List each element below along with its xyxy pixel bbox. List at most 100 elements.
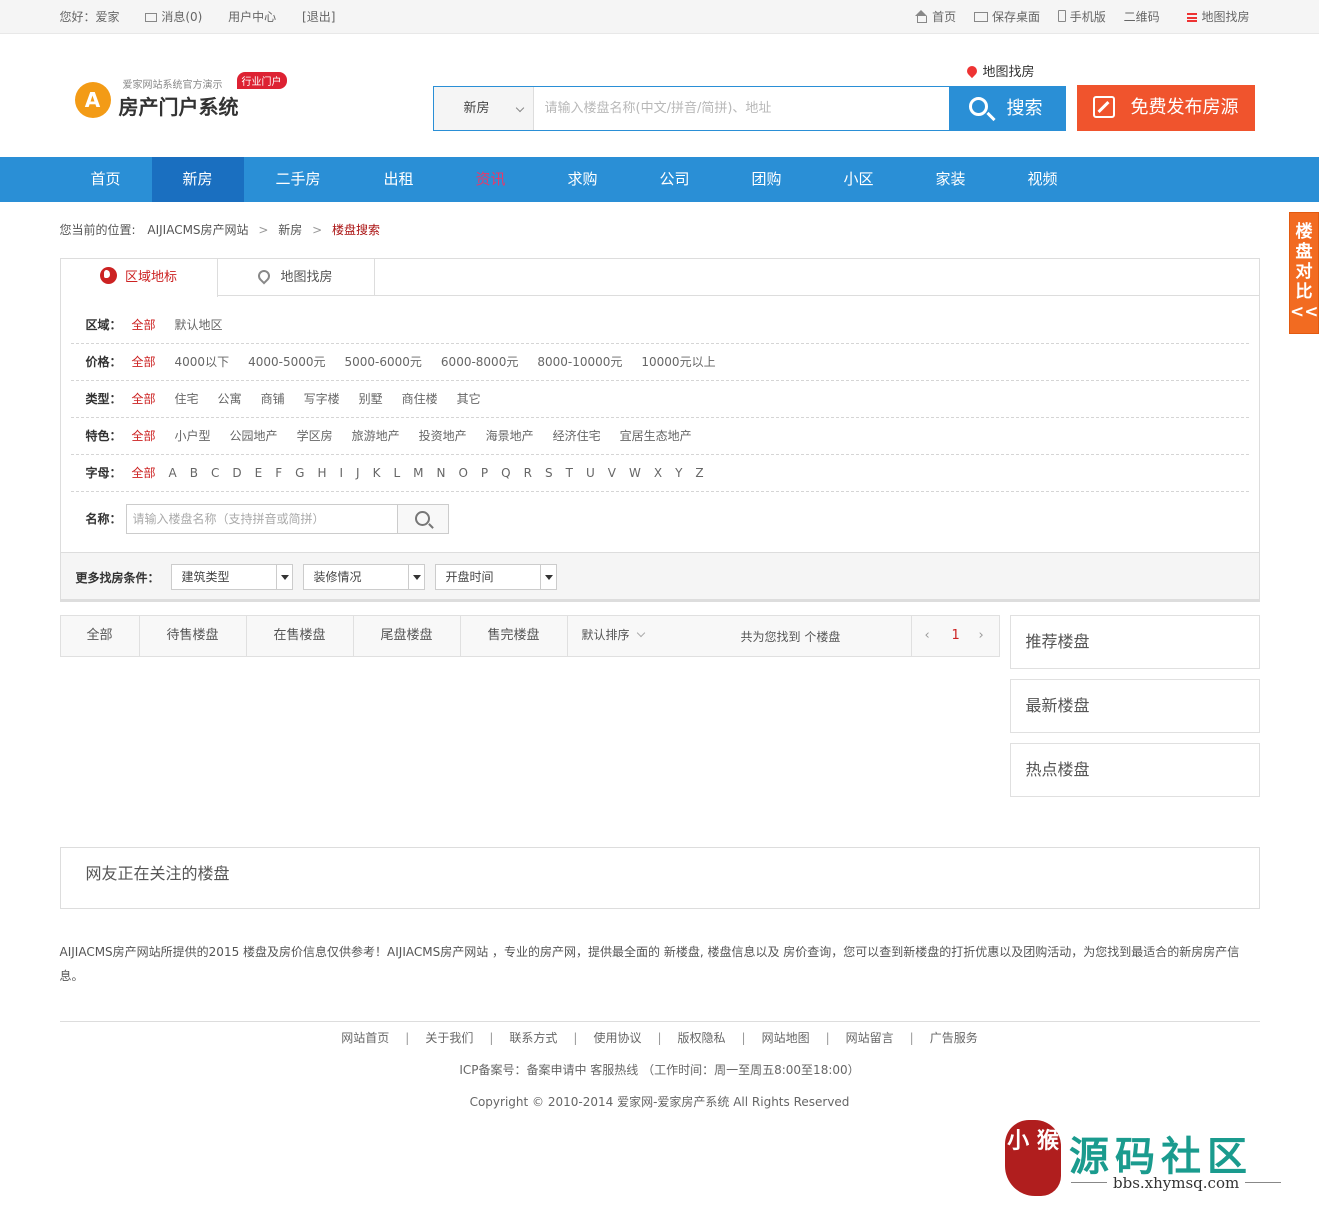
sort-select[interactable]: 默认排序 [582,616,645,654]
filter-option[interactable]: X [654,466,662,480]
filter-option[interactable]: G [295,466,304,480]
filter-option[interactable]: 学区房 [297,429,333,443]
nav-item-wanted[interactable]: 求购 [537,157,629,202]
filter-option[interactable]: 全部 [132,355,156,369]
filter-option[interactable]: P [481,466,488,480]
filter-option[interactable]: C [211,466,219,480]
filter-option[interactable]: I [339,466,343,480]
filter-option[interactable]: L [393,466,400,480]
filter-option[interactable]: U [586,466,595,480]
footer-link[interactable]: 网站留言 [846,1031,894,1045]
compare-float-button[interactable]: 楼盘对比 << [1289,212,1319,334]
filter-option[interactable]: 宜居生态地产 [620,429,692,443]
filter-option[interactable]: 8000-10000元 [537,355,622,369]
filter-option[interactable]: 公园地产 [230,429,278,443]
filter-option[interactable]: D [232,466,241,480]
name-search-input[interactable] [125,504,398,534]
decoration-select[interactable]: 装修情况 [302,564,425,590]
filter-option[interactable]: Q [501,466,510,480]
filter-option[interactable]: A [169,466,177,480]
filter-option[interactable]: 全部 [132,429,156,443]
search-button[interactable]: 搜索 [948,86,1066,131]
filter-option[interactable]: K [373,466,381,480]
header-map-link[interactable]: 地图找房 [964,61,1035,80]
filter-option[interactable]: 海景地产 [486,429,534,443]
opening-time-select[interactable]: 开盘时间 [434,564,557,590]
filter-option[interactable]: 公寓 [218,392,242,406]
nav-item-company[interactable]: 公司 [629,157,721,202]
nav-item-home[interactable]: 首页 [60,157,152,202]
search-type-select[interactable]: 新房 [433,87,534,130]
save-desktop-link[interactable]: 保存桌面 [973,10,1040,24]
tab-map[interactable]: 地图找房 [218,259,375,296]
filter-option[interactable]: 商住楼 [402,392,438,406]
filter-option[interactable]: 全部 [132,392,156,406]
filter-option[interactable]: O [458,466,467,480]
breadcrumb-site[interactable]: AIJIACMS房产网站 [147,223,248,237]
qrcode-link[interactable]: 二维码 [1124,10,1160,24]
filter-option[interactable]: Y [675,466,682,480]
filter-option[interactable]: 住宅 [175,392,199,406]
nav-item-video[interactable]: 视频 [997,157,1089,202]
footer-link[interactable]: 网站地图 [762,1031,810,1045]
filter-option[interactable]: 投资地产 [419,429,467,443]
footer-link[interactable]: 联系方式 [509,1031,557,1045]
recommended-box[interactable]: 推荐楼盘 [1009,615,1260,669]
filter-option[interactable]: 小户型 [175,429,211,443]
filter-option[interactable]: 商铺 [261,392,285,406]
filter-option[interactable]: 5000-6000元 [345,355,422,369]
nav-item-group-buy[interactable]: 团购 [721,157,813,202]
filter-option[interactable]: H [317,466,326,480]
filter-option[interactable]: Z [695,466,703,480]
messages-link[interactable]: 消息(0) [145,10,202,24]
prev-page-button[interactable]: ‹ [925,616,930,656]
next-page-button[interactable]: › [979,616,984,656]
filter-option[interactable]: 默认地区 [175,318,223,332]
building-type-select[interactable]: 建筑类型 [170,564,293,590]
status-tab-remaining[interactable]: 尾盘楼盘 [354,616,461,656]
filter-option[interactable]: 其它 [457,392,481,406]
nav-item-community[interactable]: 小区 [813,157,905,202]
name-search-button[interactable] [396,504,449,534]
nav-item-rent[interactable]: 出租 [353,157,445,202]
top-map-link[interactable]: 地图找房 [1187,10,1250,24]
latest-box[interactable]: 最新楼盘 [1009,679,1260,733]
filter-option[interactable]: B [190,466,198,480]
status-tab-all[interactable]: 全部 [61,616,140,656]
footer-link[interactable]: 网站首页 [341,1031,389,1045]
filter-option[interactable]: 别墅 [359,392,383,406]
filter-option[interactable]: 旅游地产 [352,429,400,443]
search-input[interactable] [534,87,949,130]
hot-box[interactable]: 热点楼盘 [1009,743,1260,797]
mobile-link[interactable]: 手机版 [1057,10,1106,24]
filter-option[interactable]: 4000以下 [175,355,230,369]
filter-option[interactable]: 6000-8000元 [441,355,518,369]
logout-link[interactable]: [退出] [302,10,335,24]
filter-option[interactable]: S [545,466,553,480]
status-tab-upcoming[interactable]: 待售楼盘 [140,616,247,656]
filter-option[interactable]: R [524,466,532,480]
nav-item-new-house[interactable]: 新房 [151,157,244,202]
filter-option[interactable]: F [275,466,282,480]
filter-option[interactable]: E [255,466,263,480]
nav-item-second-hand[interactable]: 二手房 [244,157,353,202]
breadcrumb-section[interactable]: 新房 [278,223,302,237]
nav-item-news[interactable]: 资讯 [445,157,537,202]
publish-button[interactable]: 免费发布房源 [1076,85,1255,131]
filter-option[interactable]: 10000元以上 [641,355,715,369]
page-number[interactable]: 1 [952,616,960,656]
footer-link[interactable]: 广告服务 [930,1031,978,1045]
filter-option[interactable]: N [436,466,445,480]
filter-option[interactable]: T [566,466,573,480]
filter-option[interactable]: 全部 [132,318,156,332]
filter-option[interactable]: 4000-5000元 [248,355,325,369]
filter-option[interactable]: M [413,466,423,480]
filter-option[interactable]: 全部 [132,466,156,480]
filter-option[interactable]: 经济住宅 [553,429,601,443]
footer-link[interactable]: 使用协议 [593,1031,641,1045]
filter-option[interactable]: 写字楼 [304,392,340,406]
footer-link[interactable]: 关于我们 [425,1031,473,1045]
filter-option[interactable]: W [629,466,641,480]
footer-link[interactable]: 版权隐私 [678,1031,726,1045]
site-logo[interactable]: A 爱家网站系统官方演示 行业门户 房产门户系统 [74,72,287,124]
